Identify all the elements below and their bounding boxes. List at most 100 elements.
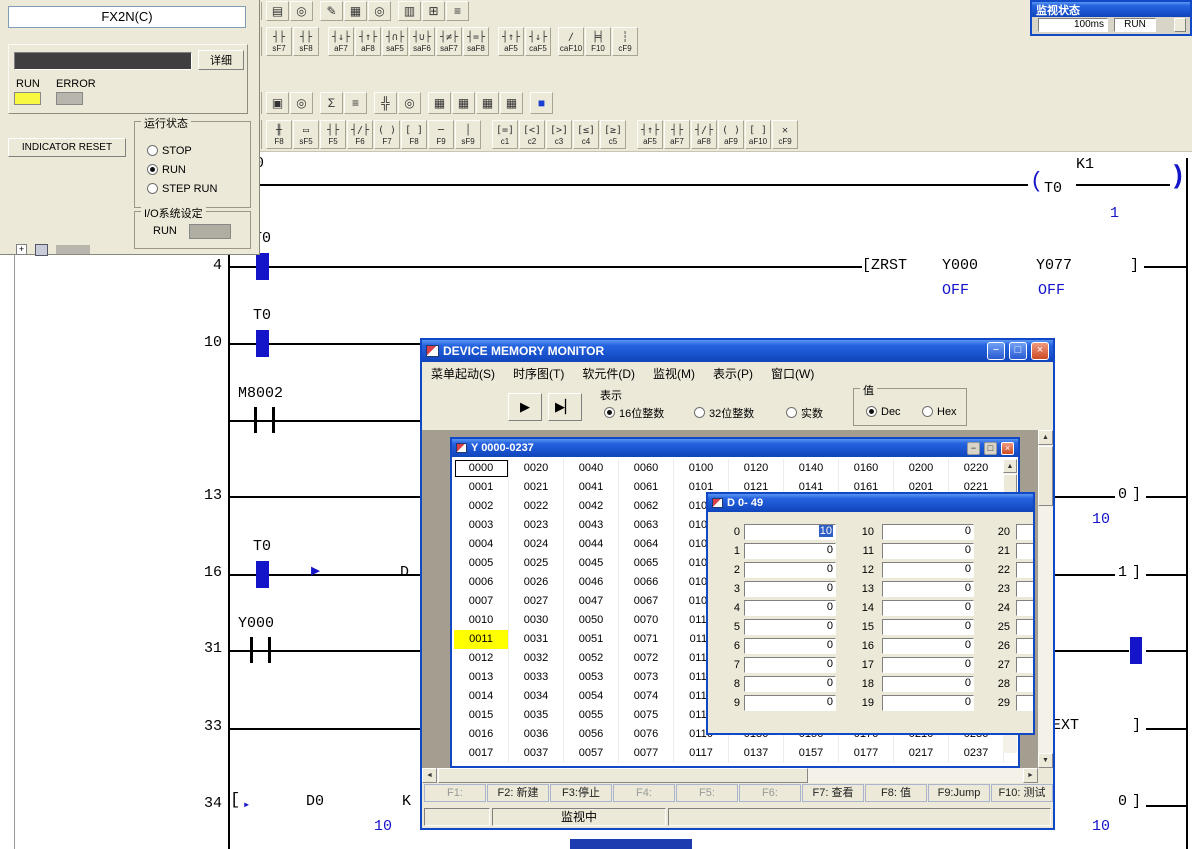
y-cell-0031[interactable]: 0031	[509, 630, 564, 649]
ladder-tool-F10[interactable]: ╞╡F10	[585, 27, 611, 56]
d-window-titlebar[interactable]: D 0- 49	[708, 494, 1033, 512]
y-cell-0017[interactable]: 0017	[454, 744, 509, 763]
y-cell-0020[interactable]: 0020	[509, 459, 564, 478]
y-cell-0072[interactable]: 0072	[619, 649, 674, 668]
find-icon[interactable]: ◎	[368, 1, 391, 21]
d-value-field-11[interactable]: 0	[882, 543, 974, 559]
radio-stop-circle[interactable]	[147, 145, 158, 156]
dmm-menu-item[interactable]: 监视(M)	[644, 362, 704, 385]
ladder-tool-c3[interactable]: [>]c3	[546, 120, 572, 149]
close-button[interactable]: ×	[1001, 442, 1014, 455]
y-cell-0067[interactable]: 0067	[619, 592, 674, 611]
ladder-tool-aF7[interactable]: ┤├aF7	[664, 120, 690, 149]
scroll-up-button[interactable]: ▲	[1003, 459, 1017, 473]
ladder-tool-F8[interactable]: ╫F8	[266, 120, 292, 149]
y-cell-0023[interactable]: 0023	[509, 516, 564, 535]
dmm-titlebar[interactable]: DEVICE MEMORY MONITOR − □ ×	[422, 340, 1053, 362]
contact-label[interactable]: M8002	[238, 385, 283, 402]
ladder-tool-saF6[interactable]: ┤∪├saF6	[409, 27, 435, 56]
radio-dec[interactable]: Dec	[866, 403, 901, 421]
scroll-up-button[interactable]: ▲	[1038, 430, 1053, 445]
d-value-field-26[interactable]: 0	[1016, 638, 1035, 654]
d-value-field-24[interactable]: 0	[1016, 600, 1035, 616]
ladder-tool-aF8[interactable]: ┤/├aF8	[691, 120, 717, 149]
ladder-tool-F7[interactable]: ( )F7	[374, 120, 400, 149]
scrollbar-thumb[interactable]	[438, 768, 808, 783]
ladder-tool-caF10[interactable]: ∕caF10	[558, 27, 584, 56]
d-value-field-16[interactable]: 0	[882, 638, 974, 654]
y-cell-0160[interactable]: 0160	[839, 459, 894, 478]
contact-t0-energized[interactable]	[256, 330, 269, 357]
y-cell-0051[interactable]: 0051	[564, 630, 619, 649]
d-value-field-6[interactable]: 0	[744, 638, 836, 654]
contact-label[interactable]: T0	[253, 538, 271, 555]
d-value-field-7[interactable]: 0	[744, 657, 836, 673]
y-cell-0003[interactable]: 0003	[454, 516, 509, 535]
grid-icon[interactable]: ▦	[344, 1, 367, 21]
y-cell-0045[interactable]: 0045	[564, 554, 619, 573]
maximize-button[interactable]: □	[1009, 342, 1027, 360]
y-cell-0077[interactable]: 0077	[619, 744, 674, 763]
radio-16bit-circle[interactable]	[604, 407, 615, 418]
d-value-field-15[interactable]: 0	[882, 619, 974, 635]
d-value-field-19[interactable]: 0	[882, 695, 974, 711]
d-value-field-21[interactable]: 0	[1016, 543, 1035, 559]
y-cell-0037[interactable]: 0037	[509, 744, 564, 763]
contact-label[interactable]: T0	[253, 307, 271, 324]
dmm-menu-item[interactable]: 软元件(D)	[573, 362, 644, 385]
y-cell-0025[interactable]: 0025	[509, 554, 564, 573]
zoom-icon[interactable]: ◎	[290, 1, 313, 21]
y-cell-0001[interactable]: 0001	[454, 478, 509, 497]
ladder-tool-aF9[interactable]: ( )aF9	[718, 120, 744, 149]
contact-label[interactable]: Y000	[238, 615, 274, 632]
fkey-6[interactable]: F6:	[739, 784, 801, 802]
y-cell-0237[interactable]: 0237	[949, 744, 1004, 763]
fkey-9[interactable]: F9:Jump	[928, 784, 990, 802]
ladder-tool-F6[interactable]: ┤/├F6	[347, 120, 373, 149]
insert-icon[interactable]: ⊞	[422, 1, 445, 21]
y-cell-0006[interactable]: 0006	[454, 573, 509, 592]
ladder-tool-sF8[interactable]: ┤├sF8	[293, 27, 319, 56]
y-cell-0026[interactable]: 0026	[509, 573, 564, 592]
d-value-field-27[interactable]: 0	[1016, 657, 1035, 673]
ladder-tool-c1[interactable]: [=]c1	[492, 120, 518, 149]
ladder-tool-aF8[interactable]: ┤↑├aF8	[355, 27, 381, 56]
y-cell-0002[interactable]: 0002	[454, 497, 509, 516]
indicator-reset-button[interactable]: INDICATOR RESET	[8, 138, 126, 157]
y-cell-0070[interactable]: 0070	[619, 611, 674, 630]
y-cell-0061[interactable]: 0061	[619, 478, 674, 497]
y-cell-0030[interactable]: 0030	[509, 611, 564, 630]
y-cell-0043[interactable]: 0043	[564, 516, 619, 535]
contact-y000-open[interactable]	[268, 637, 271, 663]
y-cell-0000[interactable]: 0000	[454, 459, 509, 478]
y-cell-0054[interactable]: 0054	[564, 687, 619, 706]
y-cell-0040[interactable]: 0040	[564, 459, 619, 478]
scroll-down-button[interactable]: ▼	[1038, 753, 1053, 768]
y-cell-0015[interactable]: 0015	[454, 706, 509, 725]
ladder-tool-aF5[interactable]: ┤↑├aF5	[637, 120, 663, 149]
monitor-start-button[interactable]: ▶	[508, 393, 542, 421]
y-cell-0062[interactable]: 0062	[619, 497, 674, 516]
coil-label[interactable]: T0	[1044, 180, 1062, 197]
options-icon[interactable]: ≡	[446, 1, 469, 21]
y-cell-0076[interactable]: 0076	[619, 725, 674, 744]
contact-t0-energized[interactable]	[256, 253, 269, 280]
ladder-tool-sF5[interactable]: ▭sF5	[293, 120, 319, 149]
panel-splitter[interactable]	[14, 152, 15, 849]
monitor-status-titlebar[interactable]: 监视状态	[1032, 2, 1190, 17]
y-cell-0007[interactable]: 0007	[454, 592, 509, 611]
y-cell-0013[interactable]: 0013	[454, 668, 509, 687]
d-value-field-12[interactable]: 0	[882, 562, 974, 578]
d-value-field-3[interactable]: 0	[744, 581, 836, 597]
close-button[interactable]: ×	[1031, 342, 1049, 360]
ladder-tool-sF9[interactable]: │sF9	[455, 120, 481, 149]
d-value-field-5[interactable]: 0	[744, 619, 836, 635]
contact-t0-energized[interactable]	[256, 561, 269, 588]
y-cell-0220[interactable]: 0220	[949, 459, 1004, 478]
y-cell-0200[interactable]: 0200	[894, 459, 949, 478]
y-cell-0027[interactable]: 0027	[509, 592, 564, 611]
ladder-view-icon[interactable]: ▤	[266, 1, 289, 21]
d-value-field-1[interactable]: 0	[744, 543, 836, 559]
ladder-tool-F9[interactable]: ─F9	[428, 120, 454, 149]
detail-button[interactable]: 详细	[198, 50, 244, 70]
